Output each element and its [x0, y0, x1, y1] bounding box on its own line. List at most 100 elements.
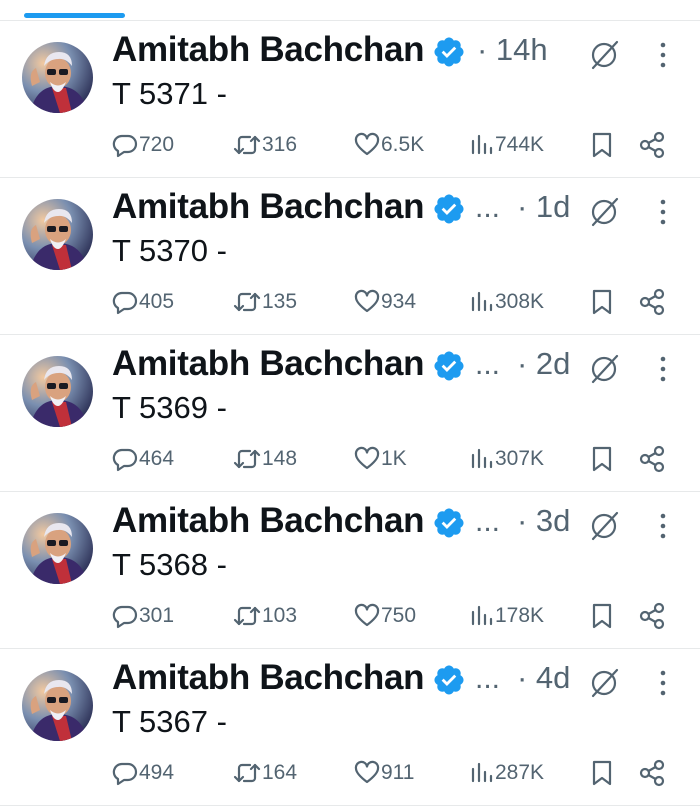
timestamp[interactable]: · 3d [517, 500, 570, 542]
author-name[interactable]: Amitabh Bachchan [112, 186, 425, 228]
timestamp[interactable]: · 2d [517, 343, 570, 385]
bookmark-icon[interactable] [589, 444, 615, 474]
grok-icon[interactable] [587, 195, 621, 229]
like-icon [354, 760, 380, 784]
like-button[interactable]: 1K [353, 443, 407, 475]
avatar[interactable] [22, 356, 93, 427]
tweet[interactable]: Amitabh Bachchan · 14h T 5371 - 720 316 … [0, 21, 700, 178]
views-count: 307K [495, 447, 545, 470]
verified-badge-icon [434, 194, 464, 224]
timestamp[interactable]: · 14h [477, 29, 548, 71]
repost-button[interactable]: 164 [232, 757, 297, 789]
like-count: 934 [381, 290, 417, 313]
bookmark-icon[interactable] [589, 130, 615, 160]
share-icon[interactable] [638, 758, 666, 788]
reply-button[interactable]: 405 [111, 286, 174, 318]
verified-badge-icon [434, 508, 464, 538]
reply-button[interactable]: 720 [111, 129, 174, 161]
repost-count: 164 [262, 761, 298, 784]
tweet[interactable]: Amitabh Bachchan ... · 4d T 5367 - 494 1… [0, 649, 700, 806]
name-truncation-ellipsis: ... [475, 348, 501, 381]
author-name[interactable]: Amitabh Bachchan [112, 29, 425, 71]
like-count: 1K [381, 447, 407, 470]
grok-icon[interactable] [587, 352, 621, 386]
like-button[interactable]: 6.5K [353, 129, 424, 161]
verified-badge-icon [434, 665, 464, 695]
more-icon[interactable] [655, 197, 671, 227]
repost-button[interactable]: 103 [232, 600, 297, 632]
share-icon[interactable] [638, 130, 666, 160]
grok-icon[interactable] [587, 666, 621, 700]
avatar[interactable] [22, 42, 93, 113]
like-count: 750 [381, 604, 417, 627]
timestamp[interactable]: · 4d [517, 657, 570, 699]
retweet-icon [233, 292, 261, 312]
like-button[interactable]: 911 [353, 757, 414, 789]
reply-count: 464 [139, 447, 175, 470]
avatar[interactable] [22, 199, 93, 270]
verified-badge-icon [434, 37, 464, 67]
grok-icon[interactable] [587, 38, 621, 72]
reply-icon [112, 762, 138, 786]
tweet[interactable]: Amitabh Bachchan ... · 3d T 5368 - 301 1… [0, 492, 700, 649]
views-icon [471, 134, 493, 155]
tweet-text: T 5369 - [112, 390, 227, 425]
more-icon[interactable] [655, 40, 671, 70]
reply-count: 494 [139, 761, 175, 784]
name-truncation-ellipsis: ... [475, 662, 501, 695]
tweet-text: T 5367 - [112, 704, 227, 739]
more-icon[interactable] [655, 511, 671, 541]
repost-button[interactable]: 135 [232, 286, 297, 318]
tweet[interactable]: Amitabh Bachchan ... · 1d T 5370 - 405 1… [0, 178, 700, 335]
name-truncation-ellipsis: ... [475, 191, 501, 224]
retweet-icon [233, 135, 261, 155]
reply-icon [112, 605, 138, 629]
repost-button[interactable]: 316 [232, 129, 297, 161]
timestamp[interactable]: · 1d [517, 186, 570, 228]
bookmark-icon[interactable] [589, 758, 615, 788]
views-button[interactable]: 308K [469, 286, 544, 318]
views-button[interactable]: 744K [469, 129, 544, 161]
reply-icon [112, 134, 138, 158]
bookmark-icon[interactable] [589, 287, 615, 317]
reply-button[interactable]: 464 [111, 443, 174, 475]
more-icon[interactable] [655, 668, 671, 698]
like-button[interactable]: 750 [353, 600, 416, 632]
like-icon [354, 446, 380, 470]
author-name[interactable]: Amitabh Bachchan [112, 343, 425, 385]
views-count: 287K [495, 761, 545, 784]
views-button[interactable]: 307K [469, 443, 544, 475]
views-button[interactable]: 287K [469, 757, 544, 789]
author-name[interactable]: Amitabh Bachchan [112, 500, 425, 542]
tweet-text: T 5370 - [112, 233, 227, 268]
more-icon[interactable] [655, 354, 671, 384]
views-icon [471, 605, 493, 626]
share-icon[interactable] [638, 287, 666, 317]
active-tab-indicator [24, 13, 125, 18]
verified-badge-icon [434, 351, 464, 381]
author-name[interactable]: Amitabh Bachchan [112, 657, 425, 699]
views-button[interactable]: 178K [469, 600, 544, 632]
tweet-feed: Amitabh Bachchan · 14h T 5371 - 720 316 … [0, 21, 700, 806]
views-icon [471, 448, 493, 469]
like-icon [354, 132, 380, 156]
repost-count: 316 [262, 133, 298, 156]
retweet-icon [233, 763, 261, 783]
views-count: 178K [495, 604, 545, 627]
repost-button[interactable]: 148 [232, 443, 297, 475]
avatar[interactable] [22, 670, 93, 741]
bookmark-icon[interactable] [589, 601, 615, 631]
like-button[interactable]: 934 [353, 286, 416, 318]
reply-button[interactable]: 301 [111, 600, 174, 632]
repost-count: 148 [262, 447, 298, 470]
tweet[interactable]: Amitabh Bachchan ... · 2d T 5369 - 464 1… [0, 335, 700, 492]
retweet-icon [233, 606, 261, 626]
like-count: 6.5K [381, 133, 425, 156]
reply-count: 301 [139, 604, 175, 627]
share-icon[interactable] [638, 601, 666, 631]
avatar[interactable] [22, 513, 93, 584]
grok-icon[interactable] [587, 509, 621, 543]
share-icon[interactable] [638, 444, 666, 474]
views-icon [471, 762, 493, 783]
reply-button[interactable]: 494 [111, 757, 174, 789]
